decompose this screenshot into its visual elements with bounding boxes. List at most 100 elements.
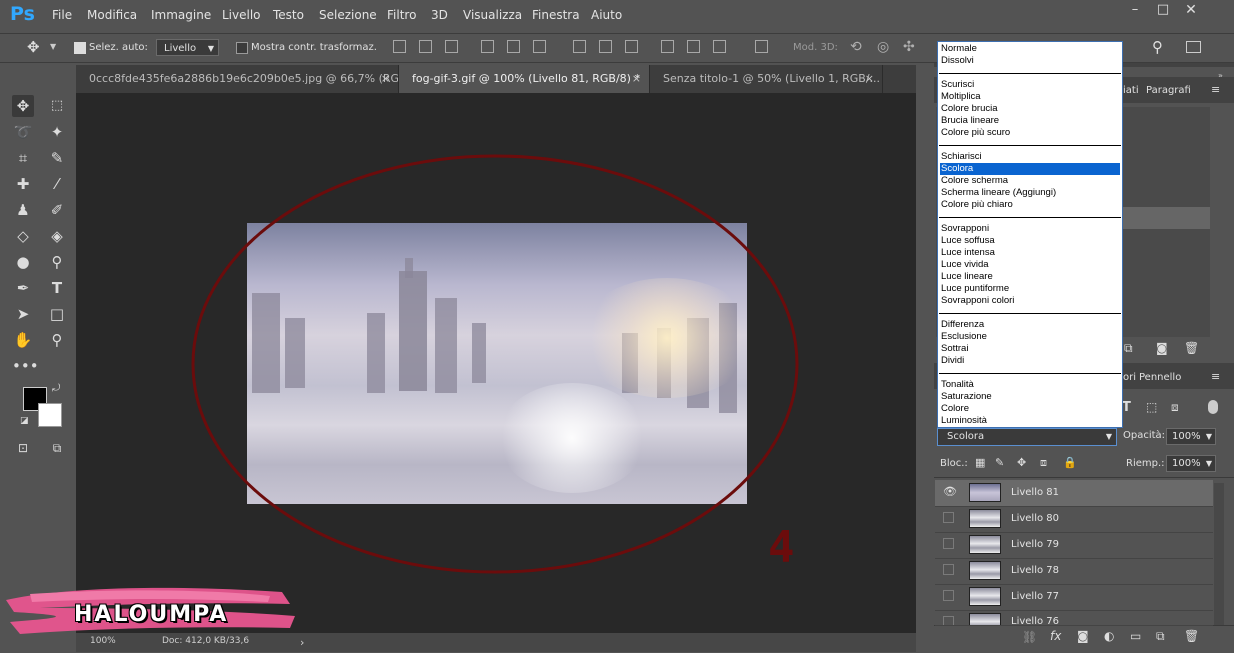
blend-mode-list[interactable]: Normale Dissolvi Scurisci Moltiplica Col… bbox=[937, 41, 1123, 428]
paint-bucket-icon[interactable]: ◈ bbox=[46, 225, 68, 247]
crop-tool-icon[interactable]: ⌗ bbox=[12, 147, 34, 169]
fill-input[interactable]: 100% ▼ bbox=[1166, 455, 1216, 472]
lock-artboard-icon[interactable]: ⧈ bbox=[1040, 456, 1047, 470]
auto-align-icon[interactable] bbox=[755, 40, 768, 53]
lock-position-icon[interactable]: ✥ bbox=[1017, 456, 1026, 469]
dodge-tool-icon[interactable]: ⚲ bbox=[46, 251, 68, 273]
blend-option[interactable]: Colore bbox=[940, 403, 1120, 415]
layers-scrollbar[interactable] bbox=[1214, 483, 1224, 633]
eyedropper-icon[interactable]: ✎ bbox=[46, 147, 68, 169]
trash-icon[interactable]: 🗑 bbox=[1184, 629, 1199, 643]
workspace-icon[interactable] bbox=[1186, 41, 1201, 53]
menu-visualizza[interactable]: Visualizza bbox=[463, 8, 522, 22]
blend-option[interactable]: Sovrapponi colori bbox=[940, 295, 1120, 307]
pen-tool-icon[interactable]: ✒ bbox=[12, 277, 34, 299]
new-snapshot-icon[interactable]: ⧉ bbox=[1124, 341, 1133, 356]
blend-option[interactable]: Luce soffusa bbox=[940, 235, 1120, 247]
menu-testo[interactable]: Testo bbox=[273, 8, 304, 22]
move-tool-icon[interactable]: ✥ bbox=[27, 38, 40, 56]
blend-mode-select[interactable]: Scolora ▼ bbox=[937, 428, 1117, 446]
trash-icon[interactable]: 🗑 bbox=[1184, 341, 1199, 355]
blend-option[interactable]: Esclusione bbox=[940, 331, 1120, 343]
blend-option[interactable]: Dissolvi bbox=[940, 55, 1120, 67]
background-color-swatch[interactable] bbox=[38, 403, 62, 427]
blend-option[interactable]: Scurisci bbox=[940, 79, 1120, 91]
lock-pixels-icon[interactable]: ✎ bbox=[995, 456, 1004, 469]
distribute-bottom-icon[interactable] bbox=[625, 40, 638, 53]
blend-option[interactable]: Normale bbox=[940, 43, 1120, 55]
close-icon[interactable]: × bbox=[865, 65, 874, 93]
blend-option[interactable]: Schiarisci bbox=[940, 151, 1120, 163]
chevron-down-icon[interactable]: ▼ bbox=[50, 42, 56, 51]
blend-option[interactable]: Sottrai bbox=[940, 343, 1120, 355]
move-tool-icon[interactable]: ✥ bbox=[12, 95, 34, 117]
eye-hidden-icon[interactable] bbox=[943, 616, 954, 625]
screen-mode-icon[interactable]: ⧉ bbox=[46, 437, 68, 459]
eraser-tool-icon[interactable]: ◇ bbox=[12, 225, 34, 247]
distribute-left-icon[interactable] bbox=[661, 40, 674, 53]
group-folder-icon[interactable]: ▭ bbox=[1130, 629, 1141, 643]
layer-row[interactable]: Livello 79 bbox=[935, 532, 1213, 559]
zoom-tool-icon[interactable]: ⚲ bbox=[46, 329, 68, 351]
healing-brush-icon[interactable]: ✚ bbox=[12, 173, 34, 195]
lock-transparent-icon[interactable]: ▦ bbox=[975, 456, 985, 469]
distribute-middle-icon[interactable] bbox=[599, 40, 612, 53]
smart-object-filter-icon[interactable]: ⧈ bbox=[1171, 400, 1179, 415]
menu-modifica[interactable]: Modifica bbox=[87, 8, 137, 22]
close-icon[interactable]: × bbox=[632, 65, 641, 93]
panel-menu-icon[interactable]: ≡ bbox=[1211, 83, 1220, 96]
menu-selezione[interactable]: Selezione bbox=[319, 8, 377, 22]
opacity-input[interactable]: 100% ▼ bbox=[1166, 428, 1216, 445]
hand-tool-icon[interactable]: ✋ bbox=[12, 329, 34, 351]
filter-toggle[interactable] bbox=[1208, 400, 1218, 414]
panel-menu-icon[interactable]: ≡ bbox=[1211, 370, 1220, 383]
history-brush-icon[interactable]: ✐ bbox=[46, 199, 68, 221]
shape-filter-icon[interactable]: ⬚ bbox=[1146, 400, 1157, 414]
close-button[interactable]: ✕ bbox=[1178, 0, 1204, 20]
quick-mask-icon[interactable]: ⊡ bbox=[12, 437, 34, 459]
tab-document-3[interactable]: Senza titolo-1 @ 50% (Livello 1, RGB/...… bbox=[650, 65, 883, 93]
blend-option[interactable]: Colore scherma bbox=[940, 175, 1120, 187]
menu-3d[interactable]: 3D bbox=[431, 8, 448, 22]
blend-option[interactable]: Luce intensa bbox=[940, 247, 1120, 259]
eye-hidden-icon[interactable] bbox=[943, 512, 954, 523]
blend-option[interactable]: Dividi bbox=[940, 355, 1120, 367]
layer-row[interactable]: Livello 80 bbox=[935, 506, 1213, 533]
swap-colors-icon[interactable]: ⤾ bbox=[52, 383, 60, 394]
brush-tool-icon[interactable]: ⁄ bbox=[46, 173, 68, 195]
auto-select-checkbox[interactable] bbox=[74, 42, 86, 54]
blend-option[interactable]: Luce puntiforme bbox=[940, 283, 1120, 295]
tab-document-2[interactable]: fog-gif-3.gif @ 100% (Livello 81, RGB/8)… bbox=[399, 65, 650, 93]
align-bottom-icon[interactable] bbox=[445, 40, 458, 53]
blur-tool-icon[interactable]: ● bbox=[12, 251, 34, 273]
tab-colors[interactable]: ori bbox=[1123, 372, 1136, 383]
pan-3d-icon[interactable]: ✣ bbox=[903, 39, 915, 55]
orbit-3d-icon[interactable]: ⟲ bbox=[850, 39, 862, 55]
adjustment-layer-icon[interactable]: ◐ bbox=[1104, 629, 1114, 643]
menu-file[interactable]: File bbox=[52, 8, 72, 22]
distribute-right-icon[interactable] bbox=[713, 40, 726, 53]
search-icon[interactable]: ⚲ bbox=[1152, 38, 1163, 56]
type-filter-icon[interactable]: T bbox=[1122, 400, 1131, 415]
auto-select-dropdown[interactable]: Livello ▼ bbox=[156, 39, 219, 56]
tab-character[interactable]: iati bbox=[1123, 85, 1139, 96]
eye-hidden-icon[interactable] bbox=[943, 538, 954, 549]
blend-option[interactable]: Luce lineare bbox=[940, 271, 1120, 283]
magic-wand-icon[interactable]: ✦ bbox=[46, 121, 68, 143]
type-tool-icon[interactable]: T bbox=[46, 277, 68, 299]
default-colors-icon[interactable]: ◪ bbox=[20, 416, 29, 426]
close-icon[interactable]: × bbox=[381, 65, 390, 93]
path-selection-icon[interactable]: ➤ bbox=[12, 303, 34, 325]
blend-option[interactable]: Brucia lineare bbox=[940, 115, 1120, 127]
layer-row[interactable]: Livello 76 bbox=[935, 610, 1213, 626]
more-tools-icon[interactable]: ••• bbox=[12, 355, 39, 377]
fx-icon[interactable]: fx bbox=[1050, 629, 1061, 643]
menu-livello[interactable]: Livello bbox=[222, 8, 261, 22]
blend-option[interactable]: Moltiplica bbox=[940, 91, 1120, 103]
blend-option[interactable]: Luce vivida bbox=[940, 259, 1120, 271]
blend-option[interactable]: Scherma lineare (Aggiungi) bbox=[940, 187, 1120, 199]
marquee-tool-icon[interactable]: ⬚ bbox=[46, 95, 68, 117]
rectangle-tool-icon[interactable]: □ bbox=[46, 303, 68, 325]
roll-3d-icon[interactable]: ◎ bbox=[877, 39, 889, 55]
blend-option[interactable]: Differenza bbox=[940, 319, 1120, 331]
